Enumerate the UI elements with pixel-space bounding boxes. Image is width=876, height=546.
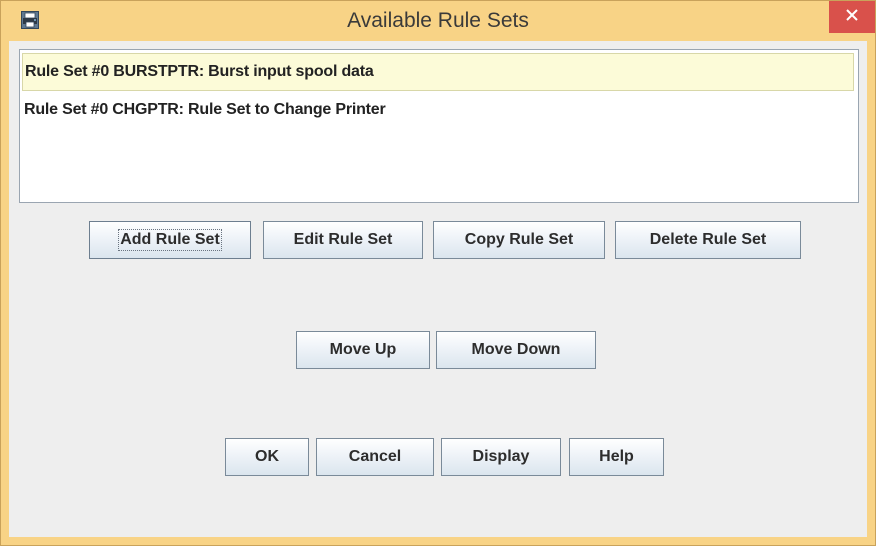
move-down-button[interactable]: Move Down (436, 331, 596, 369)
copy-rule-set-button[interactable]: Copy Rule Set (433, 221, 605, 259)
title-bar[interactable]: Available Rule Sets (1, 1, 875, 41)
cancel-button[interactable]: Cancel (316, 438, 434, 476)
edit-rule-set-button[interactable]: Edit Rule Set (263, 221, 423, 259)
window-title: Available Rule Sets (347, 9, 529, 32)
available-rule-sets-window: Available Rule Sets Rule Set #0 BURSTPTR… (0, 0, 876, 546)
edit-rule-set-label: Edit Rule Set (293, 231, 393, 248)
ok-label: OK (255, 448, 279, 465)
ok-button[interactable]: OK (225, 438, 309, 476)
rule-set-list[interactable]: Rule Set #0 BURSTPTR: Burst input spool … (19, 49, 859, 203)
add-rule-set-button[interactable]: Add Rule Set (89, 221, 251, 259)
close-button[interactable] (829, 1, 875, 33)
copy-rule-set-label: Copy Rule Set (464, 231, 574, 248)
cancel-label: Cancel (348, 448, 402, 465)
move-down-label: Move Down (471, 341, 561, 358)
help-button[interactable]: Help (569, 438, 664, 476)
delete-rule-set-label: Delete Rule Set (649, 231, 767, 248)
move-up-label: Move Up (329, 341, 397, 358)
display-label: Display (472, 448, 530, 465)
rule-set-list-item[interactable]: Rule Set #0 BURSTPTR: Burst input spool … (22, 53, 854, 91)
delete-rule-set-button[interactable]: Delete Rule Set (615, 221, 801, 259)
help-label: Help (599, 448, 634, 465)
dialog-content: Rule Set #0 BURSTPTR: Burst input spool … (9, 41, 867, 537)
add-rule-set-label: Add Rule Set (118, 229, 222, 251)
display-button[interactable]: Display (441, 438, 561, 476)
close-x-icon (846, 8, 858, 26)
rule-set-list-item[interactable]: Rule Set #0 CHGPTR: Rule Set to Change P… (22, 92, 854, 130)
move-up-button[interactable]: Move Up (296, 331, 430, 369)
